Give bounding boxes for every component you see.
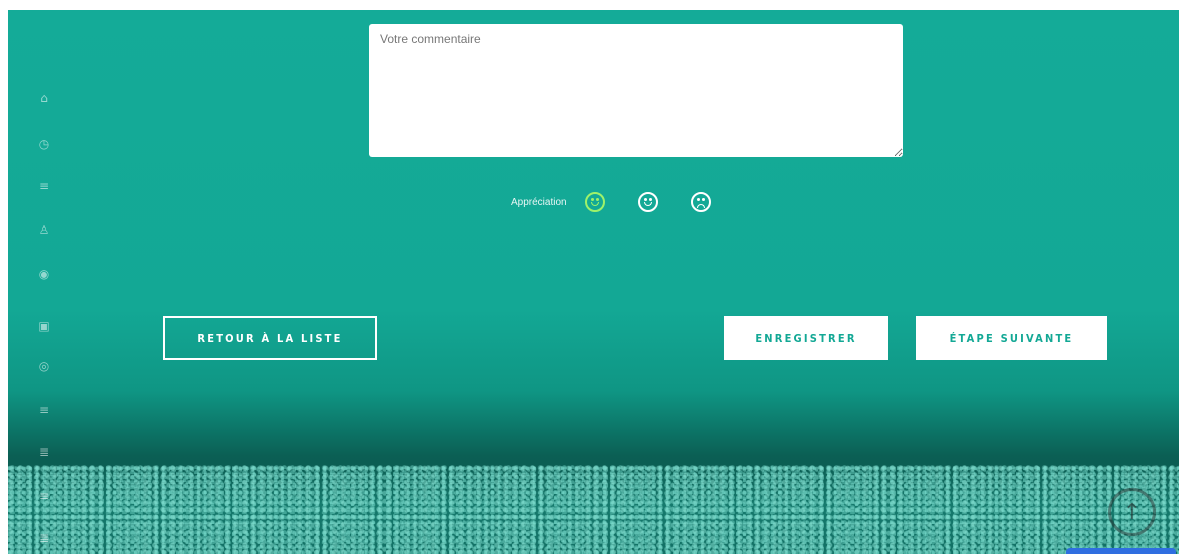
- home-icon[interactable]: ⌂: [36, 90, 52, 106]
- user-icon[interactable]: ♙: [36, 222, 52, 238]
- scroll-to-top-button[interactable]: ↑: [1108, 488, 1156, 536]
- arrow-up-icon: ↑: [1122, 499, 1142, 525]
- next-step-button[interactable]: ÉTAPE SUIVANTE: [916, 316, 1107, 360]
- lines-icon[interactable]: ≡: [36, 488, 52, 504]
- list-icon[interactable]: ≡: [36, 178, 52, 194]
- chat-widget-tab[interactable]: [1066, 548, 1176, 554]
- grass-background-image: [8, 464, 1179, 554]
- menu-icon[interactable]: ≡: [36, 402, 52, 418]
- appreciation-label: Appréciation: [511, 196, 567, 208]
- happy-face-icon[interactable]: [584, 192, 605, 212]
- document-icon[interactable]: ≣: [36, 444, 52, 460]
- neutral-face-icon[interactable]: [637, 192, 658, 212]
- back-to-list-button[interactable]: RETOUR À LA LISTE: [163, 316, 377, 360]
- eye-icon[interactable]: ◉: [36, 266, 52, 282]
- appreciation-rating: Appréciation: [511, 190, 744, 214]
- calendar-icon[interactable]: ▣: [36, 318, 52, 334]
- sad-face-icon[interactable]: [690, 192, 711, 212]
- save-button[interactable]: ENREGISTRER: [724, 316, 888, 360]
- comment-textarea[interactable]: [369, 24, 903, 157]
- shield-icon[interactable]: ◎: [36, 358, 52, 374]
- clock-icon[interactable]: ◷: [36, 136, 52, 152]
- settings-icon[interactable]: ≣: [36, 530, 52, 546]
